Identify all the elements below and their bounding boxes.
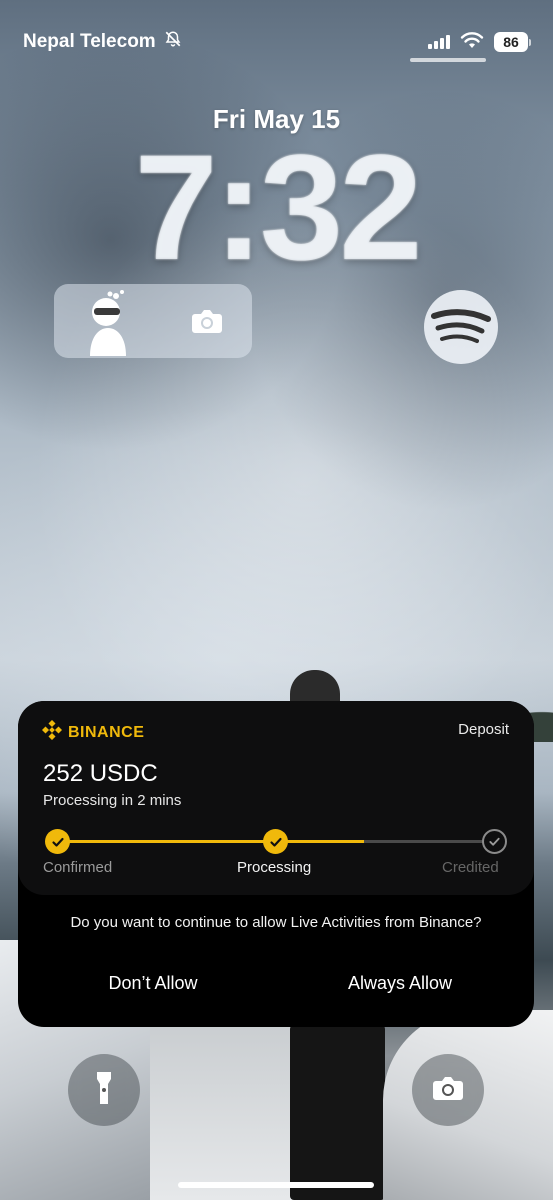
bell-slash-icon [164,30,182,54]
camera-icon[interactable] [187,301,227,341]
always-allow-button[interactable]: Always Allow [300,973,500,994]
battery-level: 86 [494,32,528,52]
progress-fill [56,840,364,843]
step-label-processing: Processing [237,859,312,876]
camera-icon [431,1075,465,1106]
status-indicators: 86 [428,31,531,54]
deposit-amount: 252 USDC [43,760,158,787]
flashlight-button[interactable] [68,1054,140,1126]
status-indicator-bar [410,58,486,62]
binance-brand: BINANCE [41,719,145,745]
home-indicator[interactable] [178,1182,374,1188]
battery-icon: 86 [494,32,531,52]
wallpaper-person-legs [290,1025,385,1200]
step-credited-check-icon [482,829,507,854]
wifi-icon [460,31,484,54]
step-label-confirmed: Confirmed [43,859,113,876]
live-activity-card: BINANCE Deposit 252 USDC Processing in 2… [18,701,534,1027]
binance-logo-icon [41,719,63,745]
deposit-eta: Processing in 2 mins [43,792,182,809]
brand-name: BINANCE [68,723,145,741]
spotify-icon[interactable] [424,290,498,364]
widget-stack[interactable] [54,284,252,358]
activity-type: Deposit [458,721,509,738]
dont-allow-button[interactable]: Don’t Allow [53,973,253,994]
carrier-name: Nepal Telecom [23,31,156,52]
camera-button[interactable] [412,1054,484,1126]
avatar-icon[interactable] [80,286,136,356]
flashlight-icon [94,1070,114,1111]
step-processing-check-icon [263,829,288,854]
step-confirmed-check-icon [45,829,70,854]
carrier-group: Nepal Telecom [23,30,182,54]
live-activities-prompt: Do you want to continue to allow Live Ac… [70,914,482,931]
step-label-credited: Credited [442,859,499,876]
cellular-signal-icon [428,35,450,49]
lock-clock: 7:32 [134,123,422,291]
live-activity-content[interactable]: BINANCE Deposit 252 USDC Processing in 2… [18,701,534,895]
status-bar: Nepal Telecom 86 [23,28,531,56]
